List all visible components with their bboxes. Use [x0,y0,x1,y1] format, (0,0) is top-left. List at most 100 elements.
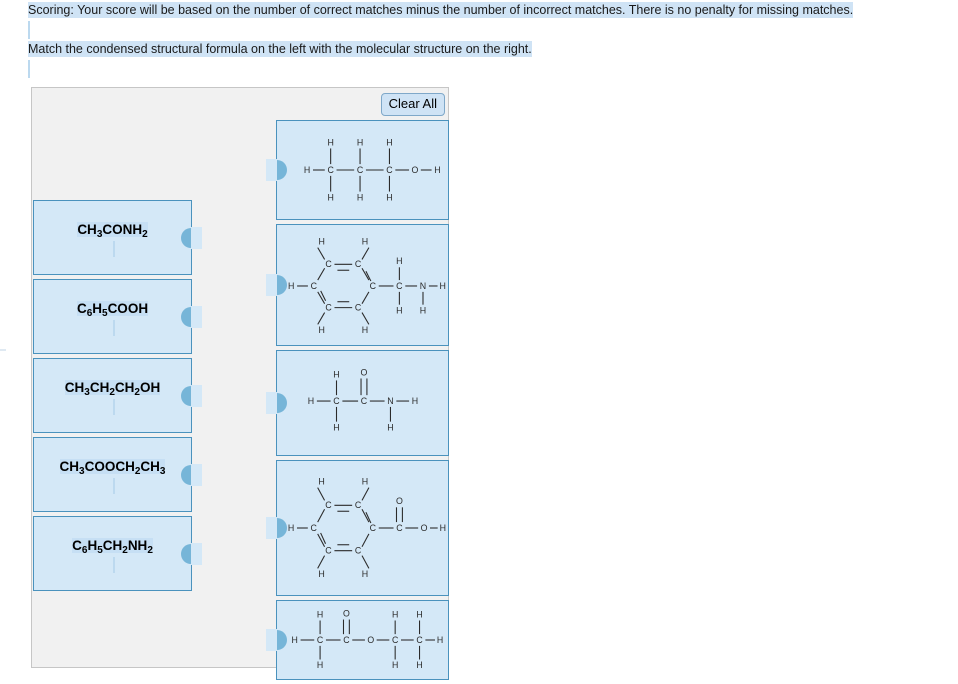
atom-label: H [386,192,392,202]
structure-column: H C C C O H H H H H H H C C C C C C H H H H H C H H N H H H C C N H H H O H C C… [266,120,449,684]
atom-label: O [421,523,428,533]
atom-label: H [416,609,422,619]
clear-all-button[interactable]: Clear All [380,93,445,116]
molecular-structure-diagram: H C C C O H H H H H H H [302,137,443,203]
caret-bar [28,60,30,78]
atom-label: H [392,660,398,670]
formula-ch3conh2[interactable]: CH3CONH2 [33,200,202,275]
atom-label: C [355,302,362,312]
atom-label: H [362,569,368,579]
atom-label: H [317,660,323,670]
formula-ch3ch2ch2oh[interactable]: CH3CH2CH2OH [33,358,202,433]
text-caret [112,478,115,494]
knob-mask [266,392,277,414]
atom-label: C [416,635,422,645]
atom-label: H [327,192,333,202]
atom-label: C [386,165,393,175]
knob-mask [266,159,277,181]
structure-propanol[interactable]: H C C C O H H H H H H H [266,120,449,220]
atom-label: O [343,608,350,618]
atom-label: O [367,635,374,645]
atom-label: C [355,545,362,555]
atom-label: O [361,367,368,377]
molecular-structure-diagram: H C C N H H H O H [305,367,421,433]
formula-ch3cooch2ch3[interactable]: CH3COOCH2CH3 [33,437,202,512]
atom-label: H [308,396,314,406]
atom-label: H [412,396,418,406]
structure-acetamide[interactable]: H C C N H H H O H [266,350,449,456]
atom-label: C [355,259,362,269]
atom-label: C [355,500,362,510]
atom-label: H [362,477,368,487]
atom-label: O [412,165,419,175]
caret-bar [28,21,30,39]
structure-ethyl-acetate[interactable]: H C C O C C H H H O H H H H [266,600,449,680]
knob-mask [191,305,202,328]
structure-benzoic-acid[interactable]: C C C C C C H H H H H C O O H [266,460,449,596]
atom-label: H [318,237,324,247]
bond-line [317,312,326,325]
atom-label: H [292,635,298,645]
formula-label: CH3CONH2 [77,222,148,240]
knob-mask [266,517,277,539]
atom-label: C [357,165,364,175]
atom-label: H [396,256,402,266]
atom-label: C [370,281,377,291]
atom-label: H [396,305,402,315]
formula-c6h5ch2nh2[interactable]: C6H5CH2NH2 [33,516,202,591]
text-caret [112,320,115,336]
formula-label: C6H5CH2NH2 [72,538,153,556]
bond-line [317,509,326,523]
bond-line [317,487,326,501]
instructions-block: Scoring: Your score will be based on the… [0,0,958,78]
bond-line [317,268,326,281]
formula-c6h5cooh[interactable]: C6H5COOH [33,279,202,354]
text-caret [112,557,115,573]
formula-label: C6H5COOH [76,301,149,319]
atom-label: H [288,523,294,533]
formula-column: CH3CONH2 C6H5COOH CH3CH2CH2OH CH3COOCH2CH3 C… [33,200,202,595]
atom-label: N [387,396,393,406]
atom-label: H [439,281,445,291]
atom-label: C [317,635,323,645]
molecular-structure-diagram: C C C C C C H H H H H C O O H [285,477,448,580]
atom-label: H [387,422,393,432]
atom-label: O [396,496,403,506]
atom-label: C [325,545,332,555]
formula-label: CH3CH2CH2OH [64,380,161,398]
atom-label: H [357,192,363,202]
selection-caret-line-2 [0,60,958,78]
atom-label: H [288,281,294,291]
knob-mask [266,274,277,296]
atom-label: H [434,165,440,175]
task-instruction: Match the condensed structural formula o… [0,39,958,60]
edge-selection-artifact [0,349,6,351]
bond-line [361,555,370,569]
bond-line [317,555,326,569]
atom-label: C [333,396,340,406]
bond-line [361,312,370,325]
atom-label: C [370,523,377,533]
atom-label: C [392,635,398,645]
atom-label: H [318,569,324,579]
formula-label: CH3COOCH2CH3 [59,459,166,477]
atom-label: C [311,523,318,533]
atom-label: H [333,422,339,432]
atom-label: N [420,281,426,291]
knob-mask [191,542,202,565]
atom-label: C [325,500,332,510]
bond-line [361,533,370,547]
atom-label: H [362,325,368,335]
atom-label: H [318,477,324,487]
knob-mask [266,629,277,651]
atom-label: H [317,609,323,619]
atom-label: H [440,523,446,533]
atom-label: C [396,281,403,291]
atom-label: H [333,369,339,379]
text-caret [112,399,115,415]
knob-mask [191,384,202,407]
structure-benzylamine[interactable]: C C C C C C H H H H H C H H N H H [266,224,449,346]
atom-label: H [357,137,363,147]
atom-label: C [311,281,318,291]
scoring-instruction: Scoring: Your score will be based on the… [0,0,958,21]
